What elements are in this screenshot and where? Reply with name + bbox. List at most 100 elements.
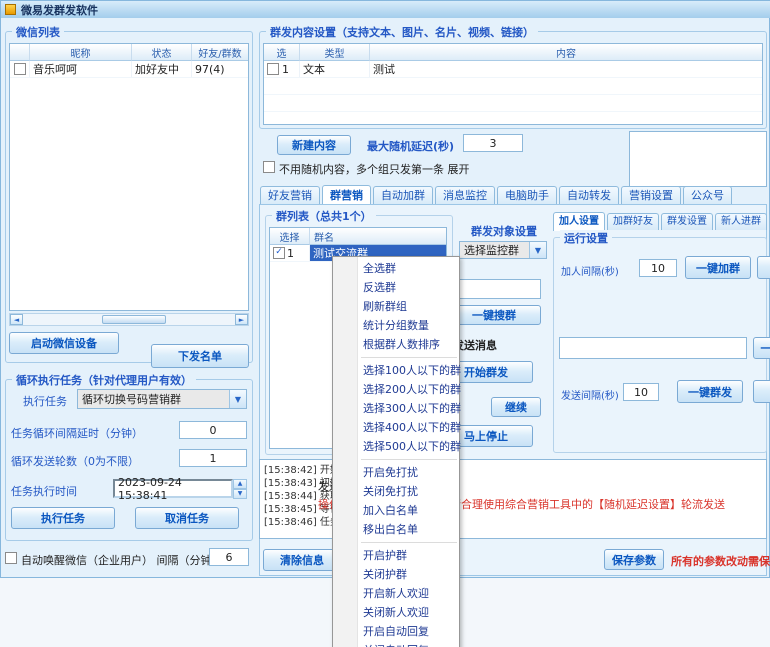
task-time-spinner[interactable]: ▲ ▼ xyxy=(233,479,247,498)
stop-button-2[interactable]: 停止 xyxy=(753,380,770,403)
context-menu-item[interactable]: 刷新群组 xyxy=(333,297,459,316)
context-menu-item[interactable]: 关闭护群 xyxy=(333,565,459,584)
account-checkbox[interactable] xyxy=(10,61,30,77)
context-menu-item[interactable]: 关闭自动回复 xyxy=(333,641,459,647)
context-menu: 全选群反选群刷新群组统计分组数量根据群人数排序选择100人以下的群选择200人以… xyxy=(332,256,460,647)
send-interval-label: 发送间隔(秒) xyxy=(561,387,619,402)
context-menu-item[interactable]: 关闭免打扰 xyxy=(333,482,459,501)
content-title: 群发内容设置（支持文本、图片、名片、视频、链接） xyxy=(266,24,538,40)
content-col-type: 类型 xyxy=(300,44,370,61)
cancel-task-button[interactable]: 取消任务 xyxy=(135,507,239,529)
content-table-header: 选 类型 内容 xyxy=(264,44,762,61)
main-tab[interactable]: 自动转发 xyxy=(559,186,619,205)
task-interval-input[interactable]: 0 xyxy=(179,421,247,439)
context-menu-item[interactable]: 根据群人数排序 xyxy=(333,335,459,354)
context-menu-item[interactable]: 加入白名单 xyxy=(333,501,459,520)
title-bar: 微易发群发软件 xyxy=(1,1,770,18)
main-tab[interactable]: 群营销 xyxy=(322,185,371,206)
group-row-check[interactable]: ✓1 xyxy=(270,245,310,261)
content-row-check[interactable]: 1 xyxy=(264,61,300,77)
context-menu-item[interactable]: 选择200人以下的群 xyxy=(333,380,459,399)
account-row[interactable]: 音乐呵呵 加好友中 97(4) xyxy=(10,61,248,78)
scroll-thumb[interactable] xyxy=(102,315,166,324)
send-list-button[interactable]: 下发名单 xyxy=(151,344,249,368)
task-time-label: 任务执行时间 xyxy=(11,483,77,499)
accounts-col-counts: 好友/群数 xyxy=(192,44,248,61)
right-tab[interactable]: 加人设置 xyxy=(553,212,605,231)
content-preview-box[interactable] xyxy=(629,131,767,187)
add-interval-label: 加人间隔(秒) xyxy=(561,263,619,278)
screen: 微易发群发软件 微信列表 昵称 状态 好友/群数 音乐呵呵 加好友中 97(4)… xyxy=(0,0,770,647)
spinner-up-icon[interactable]: ▲ xyxy=(233,479,247,489)
run-task-button[interactable]: 执行任务 xyxy=(11,507,115,529)
accounts-hscrollbar[interactable]: ◄ ► xyxy=(9,313,249,326)
max-delay-label: 最大随机延迟(秒) xyxy=(367,138,454,154)
chevron-down-icon[interactable]: ▼ xyxy=(229,390,246,408)
task-rounds-label: 循环发送轮数（0为不限） xyxy=(11,453,139,469)
context-menu-item[interactable]: 关闭新人欢迎 xyxy=(333,603,459,622)
accounts-table[interactable]: 昵称 状态 好友/群数 音乐呵呵 加好友中 97(4) xyxy=(9,43,249,311)
target-dropdown-value: 选择监控群 xyxy=(460,242,529,258)
task-exec-dropdown[interactable]: 循环切换号码营销群 ▼ xyxy=(77,389,247,409)
continue-button[interactable]: 继续 xyxy=(491,397,541,417)
context-menu-item[interactable]: 开启自动回复 xyxy=(333,622,459,641)
task-time-input[interactable]: 2023-09-24 15:38:41 xyxy=(113,479,233,498)
context-menu-item[interactable]: 选择300人以下的群 xyxy=(333,399,459,418)
main-tab[interactable]: 自动加群 xyxy=(373,186,433,205)
main-tab[interactable]: 电脑助手 xyxy=(497,186,557,205)
grouplist-header: 选择 群名 xyxy=(270,228,446,245)
main-tab[interactable]: 消息监控 xyxy=(435,186,495,205)
context-menu-item[interactable]: 全选群 xyxy=(333,259,459,278)
context-menu-item[interactable]: 选择500人以下的群 xyxy=(333,437,459,456)
search-group-button[interactable]: 一键搜群 xyxy=(447,305,541,325)
new-content-button[interactable]: 新建内容 xyxy=(277,135,351,155)
main-tab[interactable]: 营销设置 xyxy=(621,186,681,205)
context-menu-item[interactable]: 选择100人以下的群 xyxy=(333,361,459,380)
task-rounds-input[interactable]: 1 xyxy=(179,449,247,467)
context-menu-item[interactable]: 开启免打扰 xyxy=(333,463,459,482)
content-table[interactable]: 选 类型 内容 1 文本 测试 xyxy=(263,43,763,125)
start-wechat-button[interactable]: 启动微信设备 xyxy=(9,332,119,354)
context-menu-item[interactable]: 开启护群 xyxy=(333,546,459,565)
stop-button-1[interactable]: 停止 xyxy=(757,256,770,279)
main-tab[interactable]: 公众号 xyxy=(683,186,732,205)
context-menu-item[interactable]: 开启新人欢迎 xyxy=(333,584,459,603)
right-tab[interactable]: 新人进群 xyxy=(715,213,767,230)
right-tab[interactable]: 加群好友 xyxy=(607,213,659,230)
random-content-checkbox[interactable] xyxy=(263,161,275,173)
accounts-col-name: 昵称 xyxy=(30,44,132,61)
scroll-right-icon[interactable]: ► xyxy=(235,314,248,325)
target-dropdown[interactable]: 选择监控群 ▼ xyxy=(459,241,547,259)
context-menu-item[interactable]: 移出白名单 xyxy=(333,520,459,539)
context-menu-item[interactable]: 选择400人以下的群 xyxy=(333,418,459,437)
wake-checkbox[interactable] xyxy=(5,552,17,564)
clear-log-button[interactable]: 清除信息 xyxy=(263,549,341,571)
menu-separator xyxy=(361,357,457,358)
content-col-body: 内容 xyxy=(370,44,762,61)
menu-separator xyxy=(361,459,457,460)
send-interval-input[interactable]: 10 xyxy=(623,383,659,401)
greet-text-input[interactable] xyxy=(559,337,747,359)
main-tab[interactable]: 好友营销 xyxy=(260,186,320,205)
context-menu-item[interactable]: 统计分组数量 xyxy=(333,316,459,335)
one-key-send-button[interactable]: 一键群发 xyxy=(677,380,743,403)
add-interval-input[interactable]: 10 xyxy=(639,259,677,277)
wake-interval-input[interactable]: 6 xyxy=(209,548,249,566)
grouplist-title: 群列表（总共1个） xyxy=(272,208,376,224)
scroll-left-icon[interactable]: ◄ xyxy=(10,314,23,325)
chevron-down-icon[interactable]: ▼ xyxy=(529,242,546,258)
spinner-down-icon[interactable]: ▼ xyxy=(233,489,247,499)
right-tab[interactable]: 群发设置 xyxy=(661,213,713,230)
context-menu-item[interactable]: 反选群 xyxy=(333,278,459,297)
content-row[interactable]: 1 文本 测试 xyxy=(264,61,762,78)
content-row-body: 测试 xyxy=(370,61,762,77)
group-search-input[interactable] xyxy=(453,279,541,299)
max-delay-input[interactable]: 3 xyxy=(463,134,523,152)
one-key-add-group-button[interactable]: 一键加群 xyxy=(685,256,751,279)
save-params-button[interactable]: 保存参数 xyxy=(604,549,664,570)
task-title: 循环执行任务（针对代理用户有效） xyxy=(12,372,196,388)
one-key-add-friend-button[interactable]: 一键加好友 xyxy=(753,337,770,359)
account-status: 加好友中 xyxy=(132,61,192,77)
content-col-sel: 选 xyxy=(264,44,300,61)
window-title: 微易发群发软件 xyxy=(21,2,98,18)
